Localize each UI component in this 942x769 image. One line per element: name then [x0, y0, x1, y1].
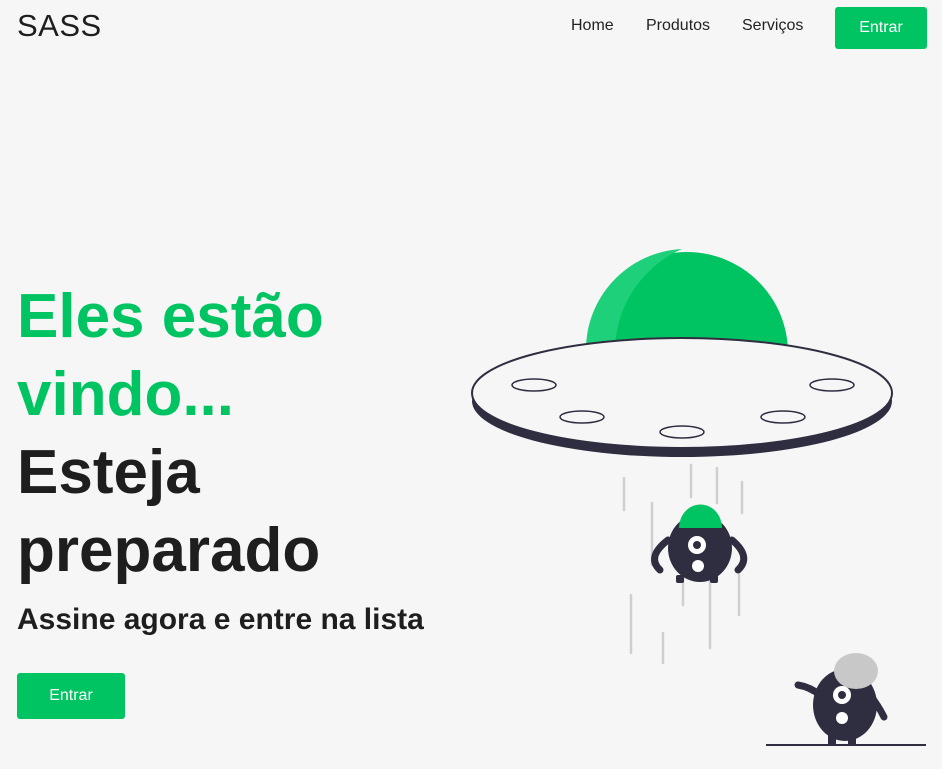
ufo-illustration: [471, 249, 926, 746]
header-entrar-button[interactable]: Entrar: [835, 7, 927, 49]
nav-link-servicos[interactable]: Serviços: [742, 17, 803, 37]
landing-page: SASS Home Produtos Serviços Entrar Eles …: [0, 0, 942, 769]
hero-subtitle: Assine agora e entre na lista: [17, 603, 424, 636]
nav-link-home[interactable]: Home: [571, 17, 614, 37]
site-logo[interactable]: SASS: [17, 8, 102, 44]
nav-link-produtos[interactable]: Produtos: [646, 17, 710, 37]
ufo-saucer: [471, 337, 893, 457]
hero-headline-green: Eles estão vindo...: [17, 278, 457, 434]
hero-line-2: vindo...: [17, 360, 234, 429]
hero-line-3: Esteja: [17, 438, 200, 507]
hero-line-4: preparado: [17, 516, 321, 585]
falling-alien: [651, 504, 748, 583]
hero-headline-dark: Esteja preparado: [17, 434, 457, 590]
standing-alien: [766, 653, 926, 746]
hero-line-1: Eles estão: [17, 282, 324, 351]
hero-entrar-button[interactable]: Entrar: [17, 673, 125, 719]
